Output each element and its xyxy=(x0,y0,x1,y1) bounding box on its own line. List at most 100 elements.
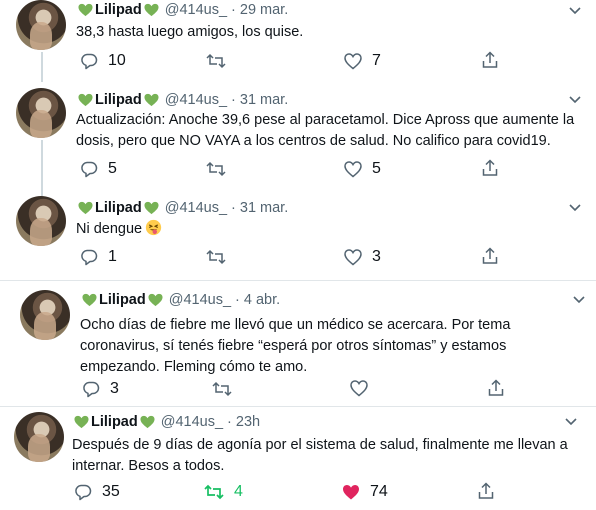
retweet-icon xyxy=(204,484,224,500)
green-heart-icon xyxy=(148,293,163,307)
display-name[interactable]: Lilipad xyxy=(99,292,146,308)
green-heart-icon xyxy=(78,93,93,107)
green-heart-icon xyxy=(74,415,89,429)
tweet-date[interactable]: 23h xyxy=(236,414,260,430)
retweet-button[interactable] xyxy=(212,380,232,398)
display-name[interactable]: Lilipad xyxy=(95,200,142,216)
user-handle[interactable]: @414us_ xyxy=(165,200,227,216)
share-icon xyxy=(482,51,498,68)
avatar[interactable] xyxy=(20,290,70,340)
green-heart-icon xyxy=(144,93,159,107)
reply-button[interactable]: 3 xyxy=(82,380,119,398)
green-heart-icon xyxy=(78,3,93,17)
tweet-text: Actualización: Anoche 39,6 pese al parac… xyxy=(76,112,575,149)
user-handle[interactable]: @414us_ xyxy=(161,414,223,430)
tweet-date[interactable]: 31 mar. xyxy=(240,200,288,216)
separator-dot: · xyxy=(231,2,236,18)
display-name[interactable]: Lilipad xyxy=(95,2,142,18)
like-button[interactable]: 7 xyxy=(344,52,381,70)
tweet-date[interactable]: 4 abr. xyxy=(244,292,280,308)
retweet-icon xyxy=(206,161,226,177)
tweet-header: Lilipad @414us_ · 4 abr. xyxy=(80,292,280,308)
thread-line xyxy=(41,52,43,82)
reply-count: 1 xyxy=(108,248,117,265)
user-handle[interactable]: @414us_ xyxy=(165,92,227,108)
heart-outline-icon xyxy=(350,380,368,397)
green-heart-icon xyxy=(82,293,97,307)
reply-icon xyxy=(75,484,92,501)
display-name[interactable]: Lilipad xyxy=(91,414,138,430)
reply-count: 3 xyxy=(110,380,119,397)
like-button[interactable]: 5 xyxy=(344,160,381,178)
tweet-header: Lilipad @414us_ · 23h xyxy=(72,414,260,430)
tweet-header: Lilipad @414us_ · 29 mar. xyxy=(76,2,288,18)
tweet-5[interactable]: Lilipad @414us_ · 23h Después de 9 días … xyxy=(0,408,596,510)
tweet-text-container: Ni dengue xyxy=(76,219,596,240)
avatar[interactable] xyxy=(14,412,64,462)
like-count: 3 xyxy=(372,248,381,265)
avatar[interactable] xyxy=(16,196,66,246)
chevron-down-icon[interactable] xyxy=(572,295,586,305)
avatar[interactable] xyxy=(16,88,66,138)
separator-dot: · xyxy=(235,292,240,308)
reply-button[interactable]: 5 xyxy=(80,160,117,178)
tweet-text: Ni dengue xyxy=(76,221,143,237)
tweet-date[interactable]: 31 mar. xyxy=(240,92,288,108)
heart-outline-icon xyxy=(344,160,362,177)
retweet-button[interactable] xyxy=(206,52,226,70)
green-heart-icon xyxy=(144,201,159,215)
heart-outline-icon xyxy=(344,248,362,265)
share-icon xyxy=(482,159,498,176)
divider xyxy=(0,406,596,407)
tweet-2[interactable]: Lilipad @414us_ · 31 mar. Actualización:… xyxy=(0,88,596,198)
retweet-icon xyxy=(206,249,226,265)
tweet-text: Después de 9 días de agonía por el siste… xyxy=(72,437,568,474)
like-button[interactable]: 74 xyxy=(342,483,388,501)
retweet-button[interactable] xyxy=(206,248,226,266)
like-button[interactable] xyxy=(350,380,378,397)
green-heart-icon xyxy=(140,415,155,429)
heart-outline-icon xyxy=(344,52,362,69)
reply-icon xyxy=(83,381,100,398)
retweet-icon xyxy=(212,381,232,397)
tweet-1[interactable]: Lilipad @414us_ · 29 mar. 38,3 hasta lue… xyxy=(0,0,596,82)
reply-button[interactable]: 35 xyxy=(74,483,120,501)
reply-icon xyxy=(81,53,98,70)
reply-button[interactable]: 10 xyxy=(80,52,126,70)
tweet-3[interactable]: Lilipad @414us_ · 31 mar. Ni dengue 1 3 xyxy=(0,196,596,274)
share-icon xyxy=(482,247,498,264)
tweet-text: 38,3 hasta luego amigos, los quise. xyxy=(76,24,304,40)
retweet-icon xyxy=(206,53,226,69)
share-button[interactable] xyxy=(482,247,498,265)
tweet-date[interactable]: 29 mar. xyxy=(240,2,288,18)
retweet-button[interactable]: 4 xyxy=(204,483,243,501)
chevron-down-icon[interactable] xyxy=(564,417,578,427)
share-icon xyxy=(478,482,494,499)
green-heart-icon xyxy=(144,3,159,17)
user-handle[interactable]: @414us_ xyxy=(169,292,231,308)
share-button[interactable] xyxy=(482,159,498,177)
share-button[interactable] xyxy=(488,379,504,397)
retweet-count: 4 xyxy=(234,483,243,500)
chevron-down-icon[interactable] xyxy=(568,95,582,105)
separator-dot: · xyxy=(231,92,236,108)
display-name[interactable]: Lilipad xyxy=(95,92,142,108)
share-button[interactable] xyxy=(482,51,498,69)
share-button[interactable] xyxy=(478,482,494,500)
face-with-tongue-icon xyxy=(145,219,162,236)
chevron-down-icon[interactable] xyxy=(568,6,582,16)
green-heart-icon xyxy=(78,201,93,215)
tweet-4[interactable]: Lilipad @414us_ · 4 abr. Ocho días de fi… xyxy=(0,284,596,402)
tweet-text: Ocho días de fiebre me llevó que un médi… xyxy=(80,317,511,375)
chevron-down-icon[interactable] xyxy=(568,203,582,213)
reply-count: 5 xyxy=(108,160,117,177)
like-button[interactable]: 3 xyxy=(344,248,381,266)
tweet-header: Lilipad @414us_ · 31 mar. xyxy=(76,200,288,216)
avatar[interactable] xyxy=(16,0,66,50)
separator-dot: · xyxy=(227,414,232,430)
retweet-button[interactable] xyxy=(206,160,226,178)
reply-button[interactable]: 1 xyxy=(80,248,117,266)
reply-count: 35 xyxy=(102,483,120,500)
user-handle[interactable]: @414us_ xyxy=(165,2,227,18)
thread-line xyxy=(41,140,43,198)
